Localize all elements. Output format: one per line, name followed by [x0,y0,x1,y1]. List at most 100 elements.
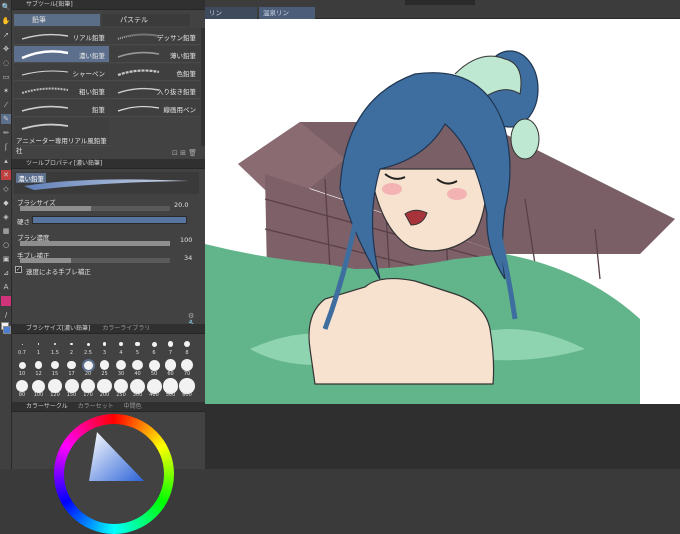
brush-size-preset[interactable] [102,342,107,346]
brush-size-preset[interactable] [37,343,40,345]
colorcircle-header-label: カラーサークル [26,403,68,410]
pencil-icon[interactable]: ✏ [1,128,11,138]
brush-size-label: 300 [132,392,143,398]
brush-item[interactable]: リアル鉛筆 [14,28,109,45]
fill-icon[interactable]: ◈ [1,212,11,222]
hand-icon[interactable]: ✋ [1,16,11,26]
subtool-actions-icon[interactable]: ⊡ ⊞ 🗑 [172,149,197,157]
sub-color-swatch[interactable] [3,326,11,334]
brush-size-preset[interactable] [70,342,73,346]
ruler-icon[interactable]: ⊿ [1,268,11,278]
illustration-canvas[interactable] [205,19,680,404]
brush-item[interactable]: シャーペン [14,64,109,81]
airbrush-icon[interactable]: ▴ [1,156,11,166]
canvas-area[interactable] [205,19,680,404]
brush-size-preset[interactable] [34,361,43,369]
brush-stroke-icon [117,105,160,112]
brush-size-preset[interactable] [81,379,95,393]
shape-icon[interactable]: ○ [1,240,11,250]
wand-icon[interactable]: ✶ [1,86,11,96]
colorset-tab[interactable]: カラーセット [78,403,114,410]
brush-label: シャーペン [72,70,106,78]
brush-item[interactable]: デッサン鉛筆 [110,28,200,45]
brushsize-tab2[interactable]: カラーライブラリ [102,325,150,332]
move-icon[interactable]: ✥ [1,44,11,54]
brush-size-preset[interactable] [54,343,56,345]
brush-size-preset[interactable] [135,341,140,347]
hardness-slider[interactable] [32,216,187,224]
brush-item[interactable]: 粗い鉛筆 [14,82,109,99]
brush-size-preset[interactable] [132,359,143,371]
frame-icon[interactable]: ▣ [1,254,11,264]
brush-size-preset[interactable] [99,360,110,370]
brush-size-preset[interactable] [181,359,193,371]
correction-icon[interactable]: / [1,310,11,320]
bottom-panel [205,404,680,469]
density-slider[interactable] [20,241,170,246]
decoration-icon[interactable]: ✕ [1,170,11,180]
brush-size-preset[interactable] [167,341,174,347]
brush-size-label: 3 [102,350,107,356]
brush-size-preset[interactable] [18,361,26,369]
brush-item[interactable]: 薄い鉛筆 [110,46,200,63]
brush-size-preset[interactable] [86,342,90,346]
brush-size-label: 0.7 [18,350,26,356]
tab-pencil[interactable]: 鉛筆 [14,14,100,26]
brush-size-label: 200 [99,392,110,398]
density-value: 100 [180,236,193,244]
brush-size-preset[interactable] [116,360,126,370]
brush-item[interactable]: 色鉛筆 [110,64,200,81]
brush-size-label: 120 [50,392,60,398]
lasso-icon[interactable]: ◌ [1,58,11,68]
select-icon[interactable]: ▭ [1,72,11,82]
doc-tab-onsen[interactable]: 温泉リン [259,7,315,19]
balloon-icon[interactable] [1,296,11,306]
brush-size-preset[interactable] [184,341,190,347]
brush-size-preset[interactable] [164,359,177,371]
brush-stroke-icon [117,87,160,94]
brush-item[interactable]: 鉛筆 [14,100,109,117]
color-triangle[interactable] [79,426,149,486]
brush-size-preset[interactable] [83,360,93,370]
gradient-icon[interactable]: ▦ [1,226,11,236]
intermediate-tab[interactable]: 中間色 [124,403,142,410]
eyedropper-icon[interactable]: ⁄ [1,100,11,110]
speed-stab-label: 速度による手ブレ補正 [26,268,91,276]
zoom-icon[interactable]: 🔍 [1,2,11,12]
brush-item-selected[interactable]: 濃い鉛筆 [14,46,109,63]
brush-item[interactable]: 入り抜き鉛筆 [110,82,200,99]
brush-size-value: 20.0 [174,201,189,209]
stroke-preview: 濃い鉛筆 [14,172,199,194]
color-wheel[interactable] [54,414,174,534]
brush-size-preset[interactable] [15,379,29,393]
brush-label: 鉛筆 [92,106,105,114]
eraser-icon[interactable]: ◇ [1,184,11,194]
brush-size-preset[interactable] [32,379,45,393]
brush-size-preset[interactable] [48,379,62,393]
brush-size-preset[interactable] [21,343,23,345]
brush-size-slider[interactable] [20,206,170,211]
brush-size-label: 30 [117,371,125,377]
brush-item[interactable]: アニメーター専用リアル風鉛筆 社 [14,118,109,155]
brush-size-preset[interactable] [151,341,157,347]
tab-pastel[interactable]: パステル [102,14,190,26]
brush-size-label: 50 [150,371,158,377]
arrow-icon[interactable]: ➚ [1,30,11,40]
speed-stab-checkbox[interactable]: ✓ [15,266,22,273]
doc-tab-rin[interactable]: リン [205,7,257,19]
hardness-label: 硬さ [17,218,30,226]
brush-item[interactable]: 線画用ペン [110,100,200,117]
text-icon[interactable]: A [1,282,11,292]
stabilization-slider[interactable] [20,258,170,263]
brush-size-preset[interactable] [64,379,79,393]
brush-size-preset[interactable] [148,359,160,371]
brush-size-preset[interactable] [67,360,76,370]
brush-icon[interactable]: ʃ [1,142,11,152]
brush-size-label: 6 [152,350,156,356]
blend-icon[interactable]: ◆ [1,198,11,208]
brush-size-preset[interactable] [119,342,123,346]
pen-icon[interactable]: ✎ [1,114,11,124]
brush-size-label: 25 [101,371,108,377]
brush-size-preset[interactable] [51,361,59,369]
brush-stroke-icon [117,51,160,58]
